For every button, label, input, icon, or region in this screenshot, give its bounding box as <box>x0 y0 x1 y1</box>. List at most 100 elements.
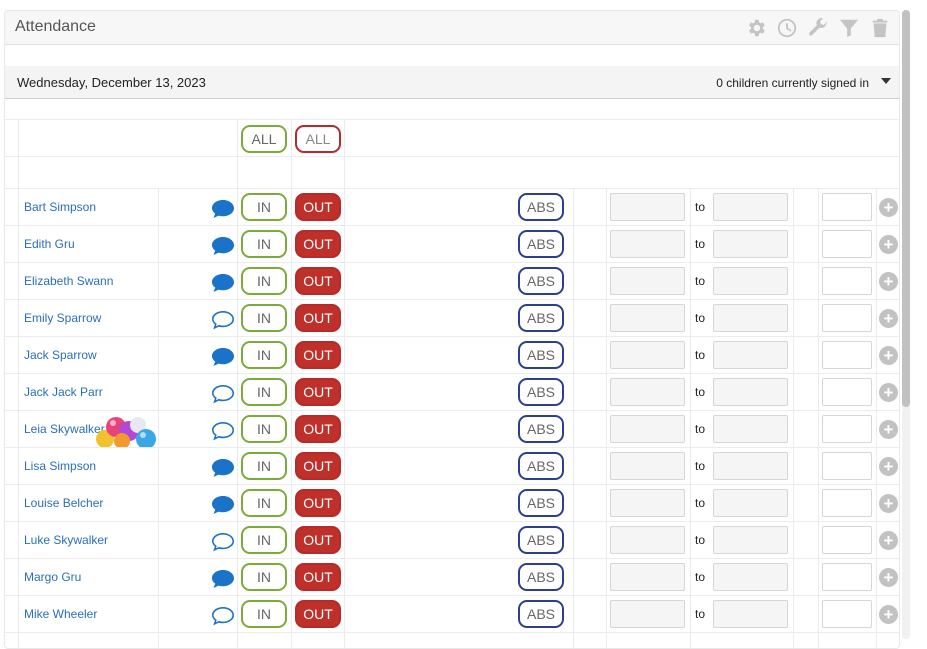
add-note-icon[interactable]: + <box>879 309 898 328</box>
hours-input[interactable] <box>822 452 872 480</box>
sign-in-button[interactable]: IN <box>241 341 287 369</box>
child-name-link[interactable]: Luke Skywalker <box>24 533 108 547</box>
chat-outline-icon[interactable] <box>211 421 235 441</box>
absent-button[interactable]: ABS <box>518 563 564 591</box>
wrench-icon[interactable] <box>807 17 829 39</box>
sign-out-all-button[interactable]: ALL <box>295 125 341 153</box>
add-note-icon[interactable]: + <box>879 383 898 402</box>
sign-out-button[interactable]: OUT <box>295 267 341 295</box>
clock-icon[interactable] <box>776 17 798 39</box>
child-name-link[interactable]: Emily Sparrow <box>24 311 101 325</box>
chevron-down-icon[interactable] <box>881 78 891 84</box>
child-name-link[interactable]: Louise Belcher <box>24 496 103 510</box>
time-to-input[interactable] <box>713 378 788 406</box>
child-name-link[interactable]: Jack Sparrow <box>24 348 97 362</box>
absent-button[interactable]: ABS <box>518 341 564 369</box>
sign-in-button[interactable]: IN <box>241 452 287 480</box>
sign-in-button[interactable]: IN <box>241 526 287 554</box>
child-name-link[interactable]: Mike Wheeler <box>24 607 97 621</box>
add-note-icon[interactable]: + <box>879 346 898 365</box>
time-from-input[interactable] <box>610 193 685 221</box>
add-note-icon[interactable]: + <box>879 235 898 254</box>
gear-icon[interactable] <box>745 17 767 39</box>
add-note-icon[interactable]: + <box>879 605 898 624</box>
sign-in-all-button[interactable]: ALL <box>241 125 287 153</box>
time-from-input[interactable] <box>610 452 685 480</box>
sign-out-button[interactable]: OUT <box>295 378 341 406</box>
scrollbar-thumb[interactable] <box>902 10 910 407</box>
chat-filled-icon[interactable] <box>211 495 235 515</box>
child-name-link[interactable]: Elizabeth Swann <box>24 274 113 288</box>
time-from-input[interactable] <box>610 563 685 591</box>
add-note-icon[interactable]: + <box>879 198 898 217</box>
time-to-input[interactable] <box>713 341 788 369</box>
hours-input[interactable] <box>822 304 872 332</box>
sign-out-button[interactable]: OUT <box>295 193 341 221</box>
child-name-link[interactable]: Lisa Simpson <box>24 459 96 473</box>
child-name-link[interactable]: Margo Gru <box>24 570 81 584</box>
sign-out-button[interactable]: OUT <box>295 489 341 517</box>
hours-input[interactable] <box>822 600 872 628</box>
trash-icon[interactable] <box>869 17 891 39</box>
sign-in-button[interactable]: IN <box>241 600 287 628</box>
add-note-icon[interactable]: + <box>879 568 898 587</box>
child-name-link[interactable]: Jack Jack Parr <box>24 385 103 399</box>
sign-out-button[interactable]: OUT <box>295 563 341 591</box>
hours-input[interactable] <box>822 341 872 369</box>
time-from-input[interactable] <box>610 415 685 443</box>
hours-input[interactable] <box>822 415 872 443</box>
sign-out-button[interactable]: OUT <box>295 304 341 332</box>
chat-filled-icon[interactable] <box>211 458 235 478</box>
child-name-link[interactable]: Edith Gru <box>24 237 75 251</box>
time-from-input[interactable] <box>610 489 685 517</box>
absent-button[interactable]: ABS <box>518 193 564 221</box>
hours-input[interactable] <box>822 563 872 591</box>
hours-input[interactable] <box>822 267 872 295</box>
absent-button[interactable]: ABS <box>518 489 564 517</box>
add-note-icon[interactable]: + <box>879 531 898 550</box>
sign-in-button[interactable]: IN <box>241 563 287 591</box>
absent-button[interactable]: ABS <box>518 415 564 443</box>
absent-button[interactable]: ABS <box>518 267 564 295</box>
add-note-icon[interactable]: + <box>879 420 898 439</box>
chat-outline-icon[interactable] <box>211 310 235 330</box>
filter-icon[interactable] <box>838 17 860 39</box>
add-note-icon[interactable]: + <box>879 457 898 476</box>
chat-filled-icon[interactable] <box>211 569 235 589</box>
hours-input[interactable] <box>822 378 872 406</box>
chat-filled-icon[interactable] <box>211 236 235 256</box>
time-from-input[interactable] <box>610 267 685 295</box>
time-from-input[interactable] <box>610 526 685 554</box>
sign-in-button[interactable]: IN <box>241 489 287 517</box>
sign-in-button[interactable]: IN <box>241 230 287 258</box>
sign-in-button[interactable]: IN <box>241 415 287 443</box>
hours-input[interactable] <box>822 193 872 221</box>
time-to-input[interactable] <box>713 304 788 332</box>
time-to-input[interactable] <box>713 267 788 295</box>
child-name-link[interactable]: Bart Simpson <box>24 200 96 214</box>
time-from-input[interactable] <box>610 378 685 406</box>
sign-in-button[interactable]: IN <box>241 304 287 332</box>
sign-in-button[interactable]: IN <box>241 378 287 406</box>
hours-input[interactable] <box>822 230 872 258</box>
chat-filled-icon[interactable] <box>211 199 235 219</box>
time-to-input[interactable] <box>713 230 788 258</box>
add-note-icon[interactable]: + <box>879 272 898 291</box>
time-to-input[interactable] <box>713 193 788 221</box>
sign-out-button[interactable]: OUT <box>295 415 341 443</box>
absent-button[interactable]: ABS <box>518 600 564 628</box>
sign-out-button[interactable]: OUT <box>295 230 341 258</box>
sign-in-button[interactable]: IN <box>241 193 287 221</box>
time-to-input[interactable] <box>713 563 788 591</box>
absent-button[interactable]: ABS <box>518 304 564 332</box>
hours-input[interactable] <box>822 489 872 517</box>
scrollbar[interactable] <box>902 10 910 639</box>
chat-outline-icon[interactable] <box>211 606 235 626</box>
chat-outline-icon[interactable] <box>211 384 235 404</box>
signed-in-count[interactable]: 0 children currently signed in <box>716 76 869 90</box>
absent-button[interactable]: ABS <box>518 452 564 480</box>
absent-button[interactable]: ABS <box>518 378 564 406</box>
hours-input[interactable] <box>822 526 872 554</box>
time-to-input[interactable] <box>713 415 788 443</box>
time-to-input[interactable] <box>713 452 788 480</box>
